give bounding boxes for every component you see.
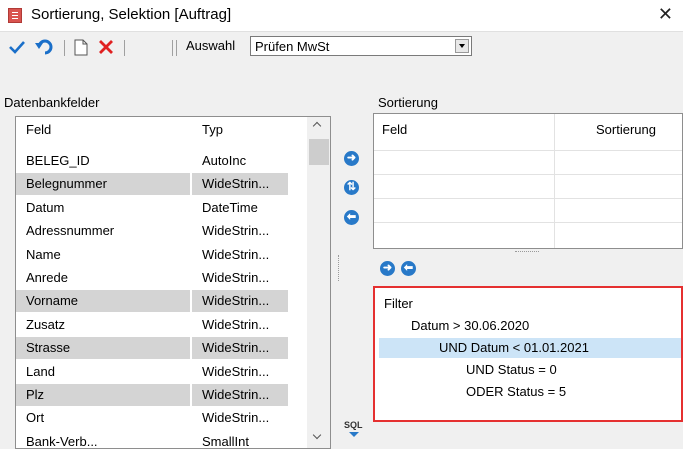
table-row[interactable]: BELEG_ID AutoInc: [16, 150, 316, 173]
cell-typ: AutoInc: [202, 153, 247, 168]
datenbankfelder-grid[interactable]: Feld Typ BELEG_ID AutoInc Belegnummer WideS…: [15, 116, 331, 449]
dropdown-arrow-icon[interactable]: [349, 432, 359, 437]
filter-condition-selected[interactable]: UND Datum < 01.01.2021: [379, 338, 681, 358]
column-divider: [554, 114, 555, 248]
datenbankfelder-label: Datenbankfelder: [4, 95, 100, 110]
sql-label[interactable]: SQL: [344, 420, 363, 430]
new-button[interactable]: [72, 37, 90, 57]
cell-feld: Datum: [26, 199, 65, 215]
scroll-down-icon[interactable]: [313, 432, 323, 442]
title-bar: Sortierung, Selektion [Auftrag] ✕: [0, 0, 683, 31]
table-row[interactable]: Zusatz WideStrin...: [16, 314, 316, 337]
cell-typ: WideStrin...: [202, 316, 270, 332]
cell-feld: Name: [26, 246, 61, 262]
vertical-scrollbar[interactable]: [307, 117, 330, 448]
cell-feld: BELEG_ID: [26, 153, 90, 168]
cell-feld: Bank-Verb...: [26, 433, 98, 449]
swap-icon[interactable]: ⇅: [344, 180, 359, 195]
auswahl-label: Auswahl: [186, 38, 236, 53]
cell-typ: WideStrin...: [192, 290, 288, 313]
grid-line: [374, 198, 682, 199]
cell-typ: WideStrin...: [192, 337, 288, 360]
filter-condition[interactable]: Datum > 30.06.2020: [411, 316, 529, 336]
cell-typ: WideStrin...: [202, 223, 270, 239]
scroll-up-icon[interactable]: [313, 121, 323, 131]
cell-feld: Vorname: [16, 290, 190, 313]
close-button[interactable]: ✕: [658, 4, 673, 25]
check-icon: [9, 41, 25, 54]
column-header-feld[interactable]: Feld: [382, 122, 407, 137]
cell-feld: Land: [26, 363, 55, 379]
filter-condition[interactable]: UND Status = 0: [466, 360, 557, 380]
grid-line: [374, 222, 682, 223]
cell-typ: DateTime: [202, 199, 258, 215]
cell-feld: Anrede: [26, 269, 68, 285]
cell-typ: WideStrin...: [192, 173, 288, 196]
grid-line: [374, 150, 682, 151]
filter-tree[interactable]: Filter Datum > 30.06.2020 UND Datum < 01…: [373, 286, 683, 422]
arrow-right-icon[interactable]: ➜: [344, 151, 359, 166]
table-row[interactable]: Bank-Verb... SmallInt: [16, 431, 316, 449]
cell-feld: Adressnummer: [26, 223, 115, 239]
chevron-down-icon[interactable]: [455, 39, 469, 53]
delete-icon: [99, 40, 113, 54]
table-row[interactable]: Anrede WideStrin...: [16, 267, 316, 290]
cell-feld: Zusatz: [26, 316, 66, 332]
toolbar: Auswahl Prüfen MwSt: [0, 31, 683, 62]
arrow-right-icon[interactable]: ➜: [380, 261, 395, 276]
grid-header: Feld Typ: [16, 117, 316, 141]
arrow-left-icon[interactable]: ⬅: [344, 210, 359, 225]
cell-feld: Ort: [26, 410, 45, 426]
toolbar-separator: [64, 40, 65, 56]
sortierung-grid[interactable]: Feld Sortierung: [373, 113, 683, 249]
column-header-typ[interactable]: Typ: [202, 122, 223, 137]
table-row[interactable]: Vorname WideStrin...: [16, 290, 316, 313]
horizontal-splitter[interactable]: [373, 249, 683, 259]
cell-feld: Plz: [16, 383, 190, 406]
app-icon: [8, 8, 22, 23]
table-row[interactable]: Datum DateTime: [16, 197, 316, 220]
scroll-thumb[interactable]: [309, 139, 329, 165]
cell-feld: Belegnummer: [16, 173, 190, 196]
cell-typ: WideStrin...: [202, 363, 270, 379]
toolbar-separator: [172, 40, 173, 56]
table-row[interactable]: Belegnummer WideStrin...: [16, 173, 316, 196]
cell-typ: WideStrin...: [202, 246, 270, 262]
table-row[interactable]: Strasse WideStrin...: [16, 337, 316, 360]
delete-button[interactable]: [96, 37, 116, 57]
arrow-left-icon[interactable]: ⬅: [401, 261, 416, 276]
grid-line: [374, 174, 682, 175]
cell-typ: SmallInt: [202, 433, 249, 449]
undo-icon: [35, 39, 53, 55]
column-header-feld[interactable]: Feld: [26, 122, 51, 137]
sortierung-label: Sortierung: [378, 95, 438, 110]
table-row[interactable]: Adressnummer WideStrin...: [16, 220, 316, 243]
confirm-button[interactable]: [8, 37, 26, 57]
field-rows: BELEG_ID AutoInc Belegnummer WideStrin... Da…: [16, 150, 316, 449]
toolbar-separator: [176, 40, 177, 56]
cell-feld: Strasse: [16, 337, 190, 360]
window-title: Sortierung, Selektion [Auftrag]: [31, 6, 232, 23]
cell-typ: WideStrin...: [202, 410, 270, 426]
table-row[interactable]: Land WideStrin...: [16, 361, 316, 384]
splitter-grip[interactable]: [338, 255, 341, 281]
toolbar-separator: [124, 40, 125, 56]
auswahl-value: Prüfen MwSt: [255, 39, 330, 54]
undo-button[interactable]: [34, 37, 54, 57]
new-document-icon: [74, 39, 88, 55]
table-row[interactable]: Ort WideStrin...: [16, 407, 316, 430]
column-header-sortierung[interactable]: Sortierung: [596, 122, 656, 137]
auswahl-select[interactable]: Prüfen MwSt: [250, 36, 472, 56]
filter-condition[interactable]: ODER Status = 5: [466, 382, 566, 402]
filter-root[interactable]: Filter: [384, 294, 413, 314]
cell-typ: WideStrin...: [202, 269, 270, 285]
table-row[interactable]: Name WideStrin...: [16, 244, 316, 267]
cell-typ: WideStrin...: [192, 383, 288, 406]
table-row[interactable]: Plz WideStrin...: [16, 383, 316, 407]
